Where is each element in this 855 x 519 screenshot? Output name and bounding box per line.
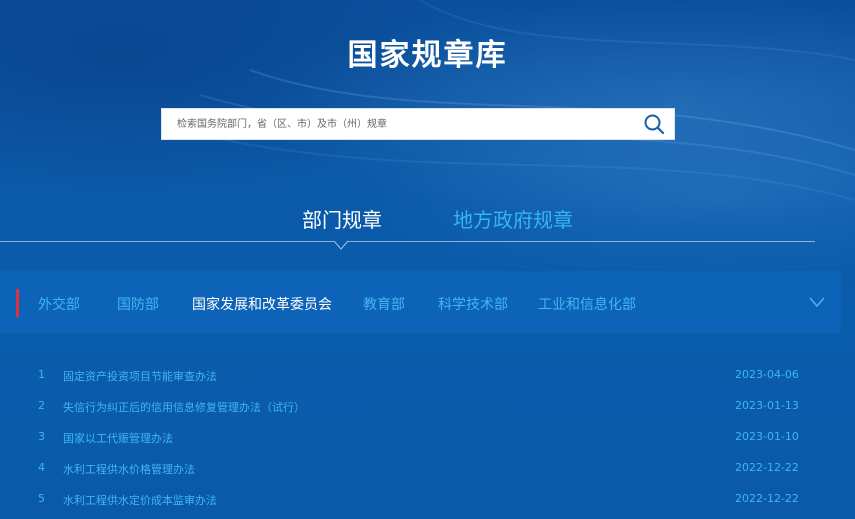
ministry-item-foreign-affairs[interactable]: 外交部 (38, 294, 80, 314)
tab-local-government-regulations[interactable]: 地方政府规章 (453, 204, 573, 233)
list-item-title[interactable]: 国家以工代赈管理办法 (63, 430, 173, 446)
tab-department-regulations[interactable]: 部门规章 (302, 204, 382, 233)
search-icon (644, 114, 665, 135)
list-item-title[interactable]: 固定资产投资项目节能审查办法 (63, 368, 217, 384)
list-item-date: 2022-12-22 (735, 492, 799, 505)
ministry-item-ndrc[interactable]: 国家发展和改革委员会 (192, 294, 332, 314)
list-item: 2 失信行为纠正后的信用信息修复管理办法（试行） 2023-01-13 (0, 399, 855, 419)
ministry-item-education[interactable]: 教育部 (363, 294, 405, 314)
list-item: 5 水利工程供水定价成本监审办法 2022-12-22 (0, 492, 855, 512)
chevron-down-icon[interactable] (808, 295, 826, 309)
list-item-date: 2022-12-22 (735, 461, 799, 474)
search-input[interactable] (162, 109, 632, 139)
list-item-date: 2023-01-10 (735, 430, 799, 443)
list-item: 4 水利工程供水价格管理办法 2022-12-22 (0, 461, 855, 481)
list-item-number: 3 (38, 430, 45, 443)
search-box (161, 108, 675, 140)
regulation-tabs: 部门规章 地方政府规章 (0, 204, 855, 234)
list-item: 3 国家以工代赈管理办法 2023-01-10 (0, 430, 855, 450)
list-item-date: 2023-01-13 (735, 399, 799, 412)
ministry-item-national-defense[interactable]: 国防部 (117, 294, 159, 314)
list-item-title[interactable]: 失信行为纠正后的信用信息修复管理办法（试行） (63, 399, 305, 415)
list-item: 1 固定资产投资项目节能审查办法 2023-04-06 (0, 368, 855, 388)
list-item-date: 2023-04-06 (735, 368, 799, 381)
ministry-item-industry-it[interactable]: 工业和信息化部 (538, 294, 636, 314)
ministry-item-science-technology[interactable]: 科学技术部 (438, 294, 508, 314)
list-item-number: 2 (38, 399, 45, 412)
list-item-title[interactable]: 水利工程供水价格管理办法 (63, 461, 195, 477)
list-item-number: 4 (38, 461, 45, 474)
active-tab-pointer-icon (334, 241, 348, 250)
list-item-number: 1 (38, 368, 45, 381)
site-title: 国家规章库 (347, 38, 508, 73)
tab-divider (0, 241, 815, 242)
ministry-nav-marker (16, 289, 19, 317)
list-item-title[interactable]: 水利工程供水定价成本监审办法 (63, 492, 217, 508)
search-button[interactable] (642, 113, 666, 135)
list-item-number: 5 (38, 492, 45, 505)
